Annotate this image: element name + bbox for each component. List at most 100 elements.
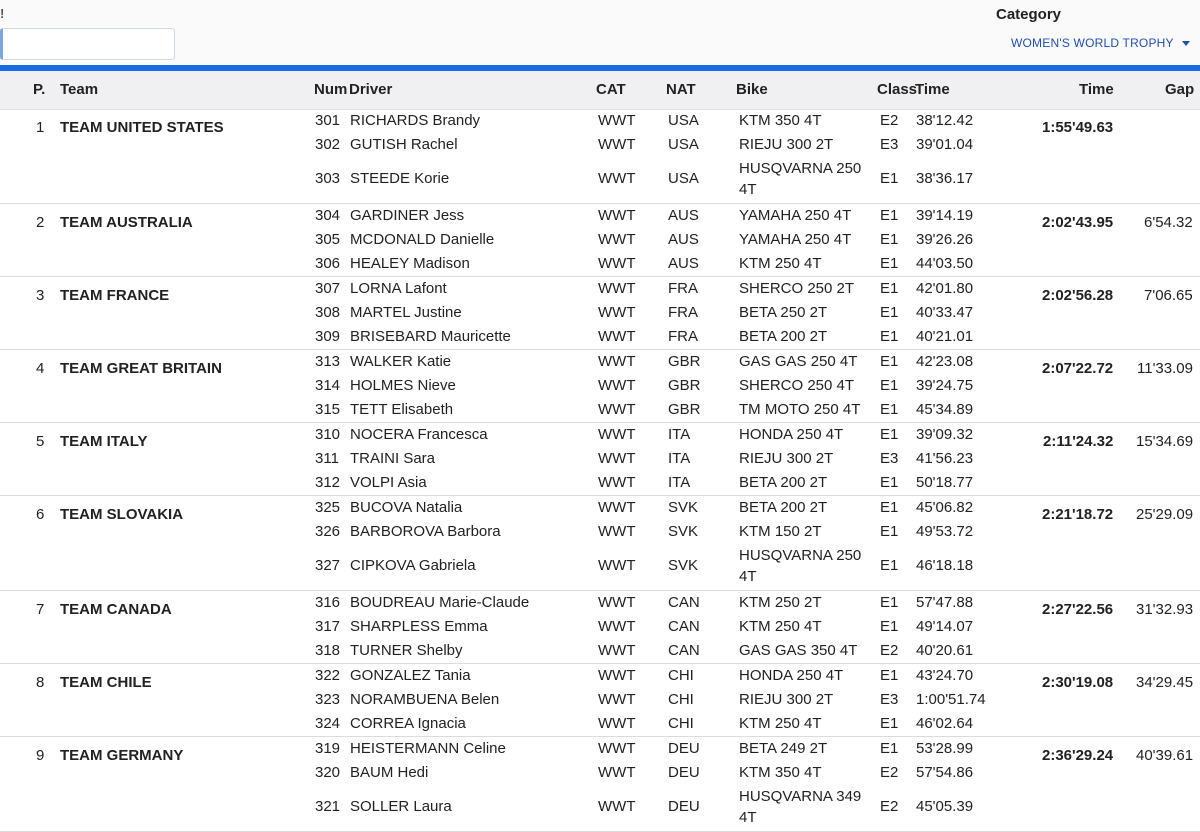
- rider-bike: BETA 200 2T: [739, 328, 828, 345]
- team-total-time: 2:30'19.08: [1042, 674, 1114, 691]
- rider-bike: TM MOTO 250 4T: [739, 401, 861, 418]
- rider-time: 39'09.32: [916, 426, 974, 443]
- rider-time: 45'06.82: [916, 499, 974, 516]
- rider-nationality: ITA: [668, 426, 691, 443]
- team-name: TEAM ITALY: [60, 433, 148, 450]
- rider-class: E1: [880, 304, 899, 321]
- team-name: TEAM UNITED STATES: [60, 119, 224, 136]
- rider-time: 38'36.17: [916, 170, 974, 187]
- rider-name: BAUM Hedi: [350, 764, 429, 781]
- search-input[interactable]: [0, 28, 175, 60]
- col-total-time[interactable]: Time: [1079, 81, 1114, 98]
- rider-nationality: ITA: [668, 474, 691, 491]
- rider-nationality: CAN: [668, 642, 700, 659]
- rider-bike: YAMAHA 250 4T: [739, 207, 852, 224]
- rider-bike: KTM 350 4T: [739, 112, 822, 129]
- rider-bike: HONDA 250 4T: [739, 426, 844, 443]
- rider-number: 318: [315, 642, 341, 659]
- category-label: Category: [996, 6, 1062, 23]
- rider-nationality: USA: [668, 170, 699, 187]
- rider-time: 39'14.19: [916, 207, 974, 224]
- team-total-time: 2:07'22.72: [1042, 360, 1114, 377]
- rider-number: 306: [315, 255, 341, 272]
- rider-number: 311: [315, 450, 339, 467]
- rider-category: WWT: [598, 207, 636, 224]
- rider-class: E2: [880, 764, 899, 781]
- rider-class: E3: [880, 136, 899, 153]
- rider-nationality: ITA: [668, 450, 691, 467]
- rider-class: E1: [880, 474, 899, 491]
- rider-number: 308: [315, 304, 341, 321]
- team-total-time: 2:02'56.28: [1042, 287, 1114, 304]
- rider-category: WWT: [598, 377, 636, 394]
- rider-nationality: CAN: [668, 594, 700, 611]
- col-num[interactable]: Num: [314, 81, 347, 98]
- rider-class: E1: [880, 353, 899, 370]
- rider-bike: SHERCO 250 4T: [739, 377, 855, 394]
- rider-time: 49'53.72: [916, 523, 974, 540]
- rider-name: MARTEL Justine: [350, 304, 462, 321]
- rider-time: 40'21.01: [916, 328, 974, 345]
- col-bike[interactable]: Bike: [736, 81, 768, 98]
- rider-category: WWT: [598, 740, 636, 757]
- rider-name: HEISTERMANN Celine: [350, 740, 506, 757]
- rider-class: E1: [880, 557, 899, 574]
- rider-nationality: CHI: [668, 691, 694, 708]
- team-gap: 6'54.32: [1144, 214, 1193, 231]
- team-group: 5 TEAM ITALY 2:11'24.32 15'34.69 310 NOCERA F…: [0, 423, 1200, 496]
- rider-name: GUTISH Rachel: [350, 136, 458, 153]
- rider-nationality: AUS: [668, 255, 699, 272]
- rider-category: WWT: [598, 764, 636, 781]
- rider-bike: KTM 250 4T: [739, 715, 822, 732]
- rider-number: 301: [315, 112, 341, 129]
- team-name: TEAM SLOVAKIA: [60, 506, 184, 523]
- team-name: TEAM GERMANY: [60, 747, 184, 764]
- rider-number: 314: [315, 377, 341, 394]
- rider-time: 38'12.42: [916, 112, 974, 129]
- rider-bike: BETA 250 2T: [739, 304, 828, 321]
- col-team[interactable]: Team: [60, 81, 98, 98]
- team-name: TEAM GREAT BRITAIN: [60, 360, 222, 377]
- col-cat[interactable]: CAT: [596, 81, 626, 98]
- col-driver[interactable]: Driver: [349, 81, 392, 98]
- rider-number: 324: [315, 715, 341, 732]
- rider-number: 312: [315, 474, 341, 491]
- rider-category: WWT: [598, 474, 636, 491]
- rider-name: SOLLER Laura: [350, 798, 452, 815]
- rider-number: 309: [315, 328, 341, 345]
- rider-class: E1: [880, 280, 899, 297]
- category-select[interactable]: WOMEN'S WORLD TROPHY: [1011, 36, 1190, 50]
- rider-class: E1: [880, 715, 899, 732]
- rider-name: HEALEY Madison: [350, 255, 470, 272]
- rider-category: WWT: [598, 170, 636, 187]
- rider-nationality: SVK: [668, 499, 699, 516]
- rider-bike: KTM 250 4T: [739, 255, 822, 272]
- rider-category: WWT: [598, 328, 636, 345]
- rider-name: TRAINI Sara: [350, 450, 436, 467]
- col-gap[interactable]: Gap: [1165, 81, 1194, 98]
- team-gap: 15'34.69: [1136, 433, 1194, 450]
- rider-nationality: FRA: [668, 304, 698, 321]
- rider-time: 39'01.04: [916, 136, 974, 153]
- category-selected-value: WOMEN'S WORLD TROPHY: [1011, 36, 1174, 50]
- rider-nationality: FRA: [668, 328, 698, 345]
- rider-name: STEEDE Korie: [350, 170, 450, 187]
- rider-class: E2: [880, 642, 899, 659]
- rider-nationality: FRA: [668, 280, 698, 297]
- col-time[interactable]: Time: [915, 81, 950, 98]
- rider-nationality: GBR: [668, 353, 701, 370]
- col-pos[interactable]: P.: [33, 81, 45, 98]
- col-nat[interactable]: NAT: [666, 81, 696, 98]
- rider-bike: RIEJU 300 2T: [739, 136, 834, 153]
- rider-number: 302: [315, 136, 341, 153]
- rider-category: WWT: [598, 715, 636, 732]
- rider-name: NORAMBUENA Belen: [350, 691, 500, 708]
- chevron-down-icon: [1181, 41, 1190, 47]
- col-class[interactable]: Class: [877, 81, 917, 98]
- rider-name: CORREA Ignacia: [350, 715, 466, 732]
- rider-class: E1: [880, 170, 899, 187]
- team-group: 8 TEAM CHILE 2:30'19.08 34'29.45 322 GONZALEZ…: [0, 664, 1200, 737]
- team-group: 6 TEAM SLOVAKIA 2:21'18.72 25'29.09 325 BUCOV…: [0, 496, 1200, 591]
- rider-nationality: CHI: [668, 715, 694, 732]
- rider-number: 325: [315, 499, 341, 516]
